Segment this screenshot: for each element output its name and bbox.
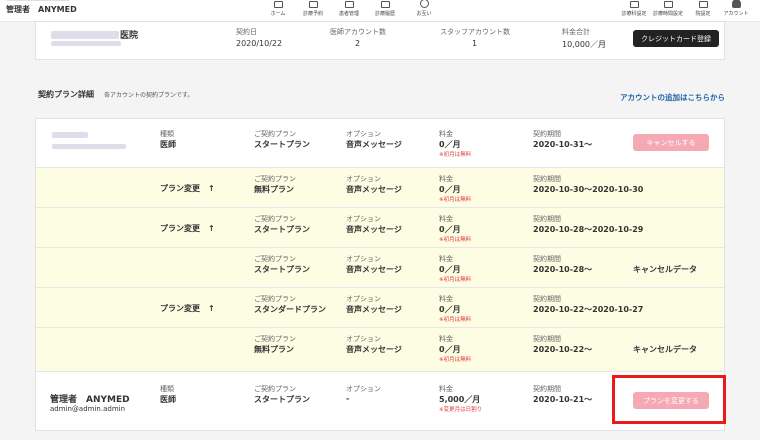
period-label: 契約期間 xyxy=(533,385,561,393)
clinic-name: 医院 xyxy=(51,28,138,41)
clinic-name-top xyxy=(6,0,70,3)
fee-label: 料金 xyxy=(439,130,453,138)
option-value: 音声メッセージ xyxy=(346,185,402,194)
history-row: ご契約プラン 無料プラン オプション 音声メッセージ 料金 0／月 ※初月は無料… xyxy=(36,328,724,372)
period-value: 2020-10-28〜2020-10-29 xyxy=(533,225,644,234)
plan-value: 無料プラン xyxy=(254,345,294,354)
fee-value: 0／月 xyxy=(439,185,461,194)
fee-note: ※初月は無料 xyxy=(439,197,472,203)
history-row: プラン変更 ↑ ご契約プラン スタンダードプラン オプション 音声メッセージ 料… xyxy=(36,288,724,328)
plan-change-label: プラン変更 ↑ xyxy=(160,224,215,233)
history-icon xyxy=(380,1,390,8)
history-row: ご契約プラン スタートプラン オプション 音声メッセージ 料金 0／月 ※初月は… xyxy=(36,248,724,288)
period-value: 2020-10-22〜2020-10-27 xyxy=(533,305,644,314)
account-email: admin@admin.admin xyxy=(50,405,126,413)
role-value: 医師 xyxy=(160,395,176,404)
account-email-blurred xyxy=(52,144,126,149)
role-label: 種類 xyxy=(160,385,174,393)
plan-change-label: プラン変更 ↑ xyxy=(160,184,215,193)
nav-home[interactable]: ホーム xyxy=(258,0,298,17)
fee-value: 0／月 xyxy=(439,345,461,354)
doctor-accounts-label: 医師アカウント数 xyxy=(330,28,386,36)
period-value: 2020-10-30〜2020-10-30 xyxy=(533,185,644,194)
highlight-box xyxy=(612,375,726,424)
nav-time-settings[interactable]: 診療時間設定 xyxy=(648,0,688,17)
doctor-accounts: 2 xyxy=(355,39,361,48)
fee-total: 10,000／月 xyxy=(562,40,606,49)
period-value: 2020-10-28〜 xyxy=(533,265,593,274)
contract-date-label: 契約日 xyxy=(236,28,257,36)
add-account-link[interactable]: アカウントの追加はこちらから xyxy=(620,92,725,103)
nav-patients[interactable]: 患者管理 xyxy=(329,0,369,17)
period-label: 契約期間 xyxy=(533,130,561,138)
clinic-settings-icon xyxy=(698,1,708,8)
option-label: オプション xyxy=(346,130,381,138)
role-value: 医師 xyxy=(160,140,176,149)
plan-label: ご契約プラン xyxy=(254,130,296,138)
period-value: 2020-10-21〜 xyxy=(533,395,593,404)
fee-label: 料金 xyxy=(439,385,453,393)
nav-history[interactable]: 診療履歴 xyxy=(365,0,405,17)
plan-value: スタートプラン xyxy=(254,265,310,274)
option-value: 音声メッセージ xyxy=(346,265,402,274)
option-value: 音声メッセージ xyxy=(346,225,402,234)
account-icon xyxy=(731,0,741,8)
top-header: 管理者 ANYMED ホーム 診療予約 患者管理 診療履歴 お互い 診療科設定 … xyxy=(0,0,760,22)
fee-note: ※初月は無料 xyxy=(439,237,472,243)
fee-note: ※初月は無料 xyxy=(439,277,472,283)
history-row: プラン変更 ↑ ご契約プラン 無料プラン オプション 音声メッセージ 料金 0／… xyxy=(36,168,724,208)
plan-value: スタートプラン xyxy=(254,140,310,149)
clinic-name-blurred xyxy=(51,30,119,39)
account-row: 種類 医師 ご契約プラン スタートプラン オプション 音声メッセージ 料金 0／… xyxy=(36,119,724,168)
section-title: 契約プラン詳細 xyxy=(38,90,94,99)
fee-note: ※変更月は日割り xyxy=(439,407,483,413)
section-subtitle: 各アカウントの契約プランです。 xyxy=(104,92,194,99)
nav-messages[interactable]: お互い xyxy=(404,0,444,17)
plan-value: スタートプラン xyxy=(254,225,310,234)
home-icon xyxy=(273,1,283,8)
fee-note: ※初月は無料 xyxy=(439,152,472,158)
fee-value: 5,000／月 xyxy=(439,395,481,404)
period-value: 2020-10-31〜 xyxy=(533,140,593,149)
staff-accounts: 1 xyxy=(472,39,478,48)
fee-value: 0／月 xyxy=(439,140,461,149)
message-icon xyxy=(419,0,429,8)
account-name: 管理者 ANYMED xyxy=(50,395,130,405)
page-bottom xyxy=(0,431,760,440)
period-value: 2020-10-22〜 xyxy=(533,345,593,354)
fee-value: 0／月 xyxy=(439,225,461,234)
plan-value: スタートプラン xyxy=(254,395,310,404)
option-value: 音声メッセージ xyxy=(346,140,402,149)
plan-label: ご契約プラン xyxy=(254,385,296,393)
plan-value: 無料プラン xyxy=(254,185,294,194)
plan-value: スタンダードプラン xyxy=(254,305,326,314)
fee-note: ※初月は無料 xyxy=(439,357,472,363)
account-name-blurred xyxy=(52,132,88,138)
cancel-data-status: キャンセルデータ xyxy=(633,345,697,354)
clinic-address-blurred xyxy=(51,41,121,46)
patients-icon xyxy=(344,1,354,8)
fee-value: 0／月 xyxy=(439,305,461,314)
credit-card-register-button[interactable]: クレジットカード登録 xyxy=(633,30,719,47)
cancel-button[interactable]: キャンセルする xyxy=(633,134,709,151)
fee-total-label: 料金合計 xyxy=(562,28,590,36)
history-row: プラン変更 ↑ ご契約プラン スタートプラン オプション 音声メッセージ 料金 … xyxy=(36,208,724,248)
contract-date: 2020/10/22 xyxy=(236,39,283,48)
fee-value: 0／月 xyxy=(439,265,461,274)
fee-note: ※初月は無料 xyxy=(439,317,472,323)
nav-appointments[interactable]: 診療予約 xyxy=(293,0,333,17)
option-value: 音声メッセージ xyxy=(346,305,402,314)
cancel-data-status: キャンセルデータ xyxy=(633,265,697,274)
admin-name-top: 管理者 ANYMED xyxy=(6,5,77,14)
time-settings-icon xyxy=(663,1,673,8)
role-label: 種類 xyxy=(160,130,174,138)
option-label: オプション xyxy=(346,385,381,393)
option-value: - xyxy=(346,394,350,403)
option-value: 音声メッセージ xyxy=(346,345,402,354)
nav-account[interactable]: アカウント xyxy=(716,0,756,17)
department-settings-icon xyxy=(629,1,639,8)
calendar-icon xyxy=(308,1,318,8)
staff-accounts-label: スタッフアカウント数 xyxy=(440,28,510,36)
plan-change-label: プラン変更 ↑ xyxy=(160,304,215,313)
